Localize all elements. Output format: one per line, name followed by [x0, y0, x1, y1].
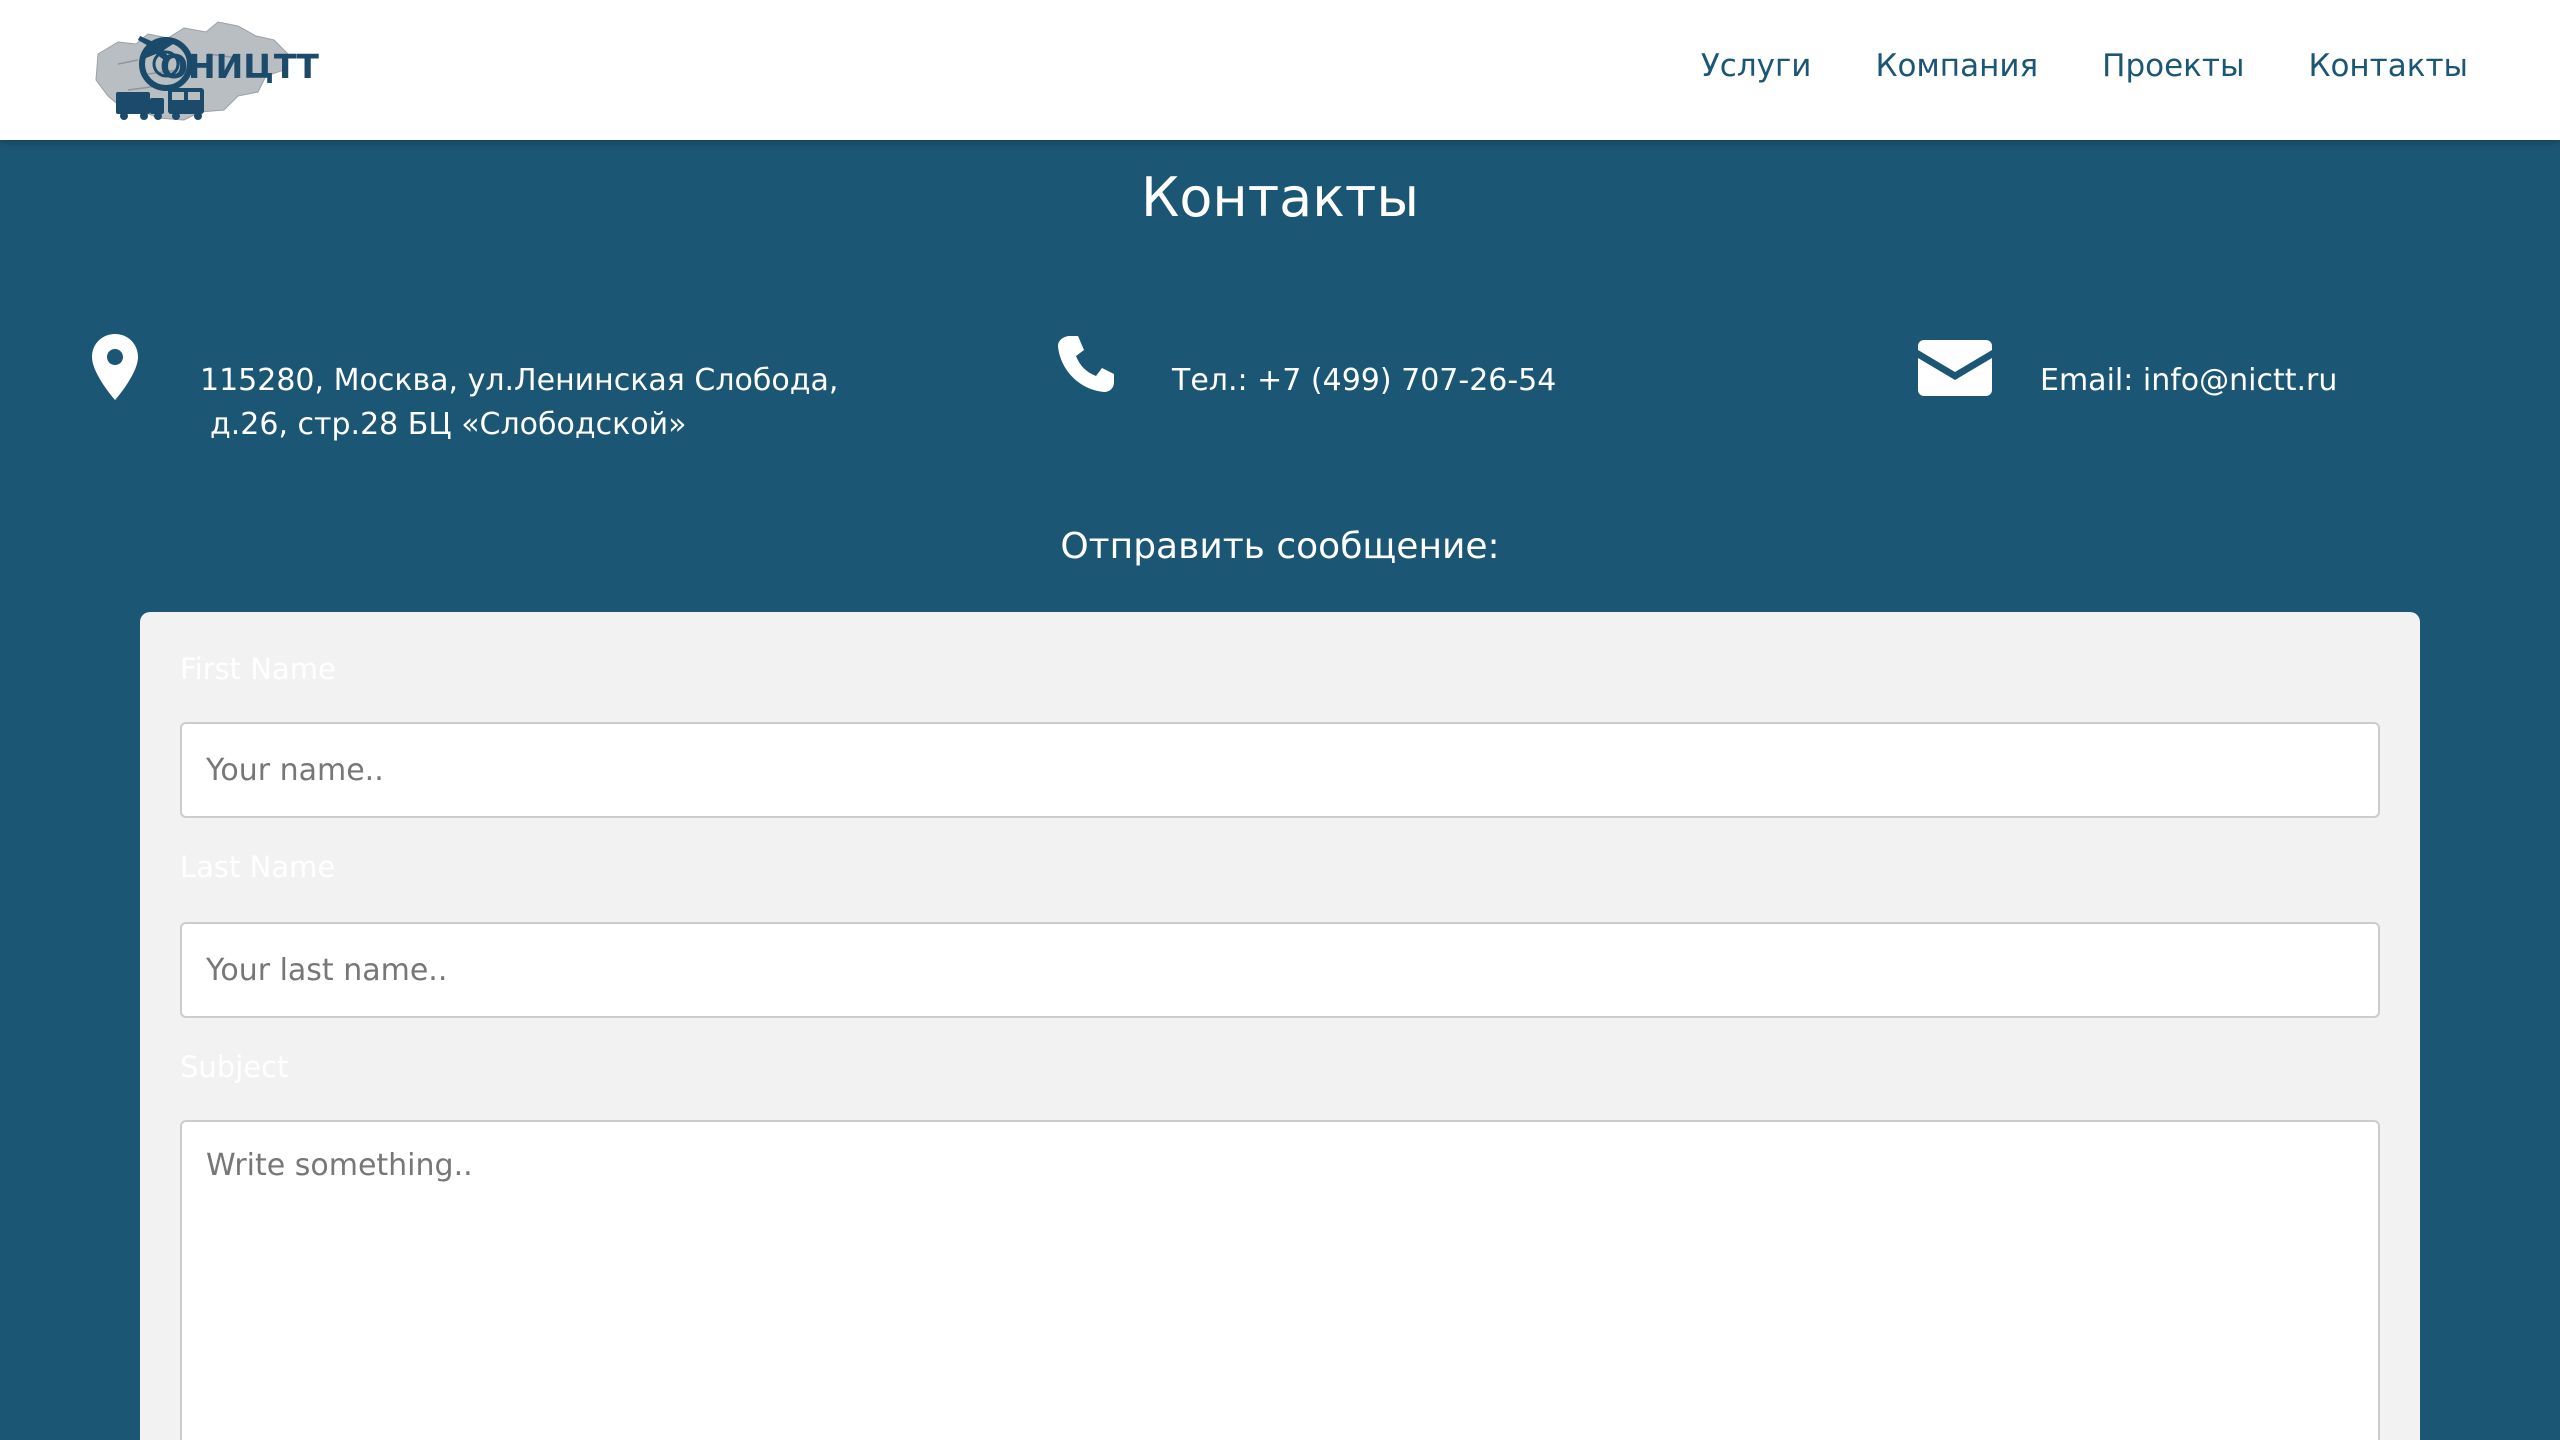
first-name-input[interactable] [180, 722, 2380, 818]
nav-link-contacts[interactable]: Контакты [2308, 48, 2468, 84]
subject-textarea[interactable] [180, 1120, 2380, 1440]
main-nav: Услуги Компания Проекты Контакты [1701, 0, 2468, 132]
address-line-2: д.26, стр.28 БЦ «Слободской» [210, 407, 687, 442]
first-name-label: First Name [180, 652, 336, 686]
email-address[interactable]: Email: info@nictt.ru [2040, 359, 2337, 403]
last-name-input[interactable] [180, 922, 2380, 1018]
envelope-icon [1918, 340, 1992, 396]
page-title: Контакты [1141, 166, 1419, 229]
nav-link-company[interactable]: Компания [1875, 48, 2038, 84]
nav-link-projects[interactable]: Проекты [2102, 48, 2244, 84]
phone-icon [1056, 334, 1116, 394]
site-header: ОНИЦТТ Услуги Компания Проекты Контакты [0, 0, 2560, 140]
contact-form: First Name Last Name Subject [140, 612, 2420, 1440]
form-heading: Отправить сообщение: [1060, 526, 1500, 567]
address-line-1: 115280, Москва, ул.Ленинская Слобода, [200, 363, 839, 398]
last-name-label: Last Name [180, 850, 336, 884]
logo-text: ОНИЦТТ [160, 47, 319, 86]
map-marker-icon [92, 334, 138, 400]
nav-link-services[interactable]: Услуги [1701, 48, 1812, 84]
company-logo[interactable]: ОНИЦТТ [88, 14, 319, 126]
phone-number[interactable]: Тел.: +7 (499) 707-26-54 [1172, 359, 1556, 403]
subject-label: Subject [180, 1050, 289, 1084]
